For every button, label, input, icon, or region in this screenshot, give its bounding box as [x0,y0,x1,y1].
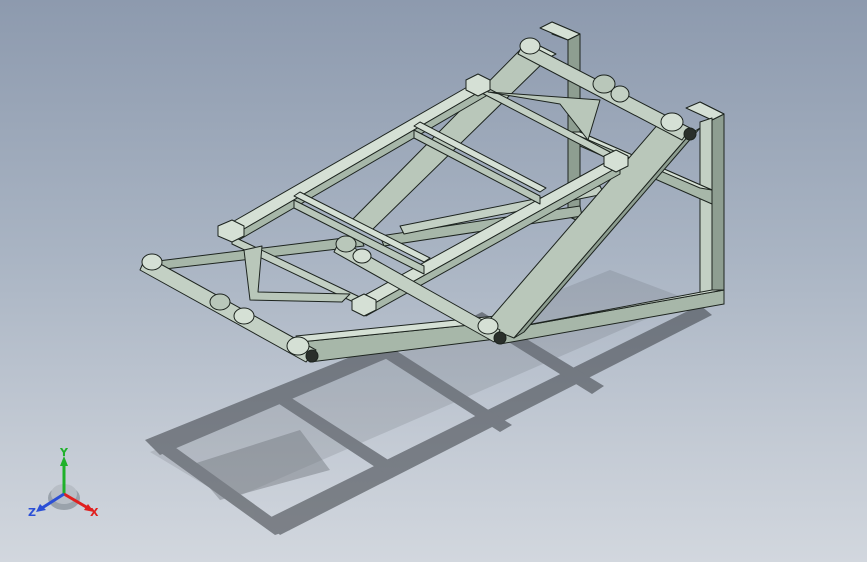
graphics-viewport[interactable]: Y X Z [0,0,867,562]
x-axis-label: X [90,506,99,519]
model-view[interactable] [0,0,867,562]
frame-assembly[interactable] [139,21,725,363]
y-axis-label: Y [59,446,69,459]
z-axis-label: Z [28,506,36,519]
reference-triad: Y X Z [28,446,99,519]
